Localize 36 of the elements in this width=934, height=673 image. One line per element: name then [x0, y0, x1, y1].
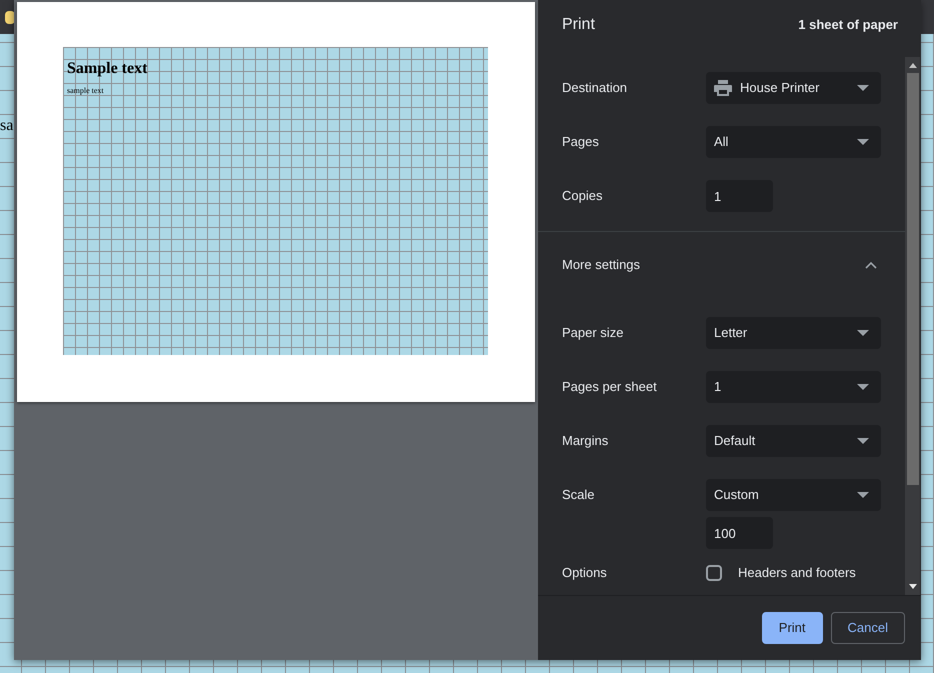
dropdown-caret-icon: [857, 438, 869, 444]
dropdown[interactable]: House Printer: [706, 72, 881, 104]
checkbox[interactable]: [706, 565, 722, 581]
dropdown[interactable]: All: [706, 126, 881, 158]
setting-label: Paper size: [562, 324, 624, 342]
scroll-down-icon[interactable]: [908, 584, 916, 589]
option-label: Headers and footers: [738, 564, 856, 582]
preview-text: sample text: [67, 85, 104, 97]
number-field[interactable]: 1: [706, 180, 773, 212]
number-field[interactable]: 100: [706, 517, 773, 549]
dropdown[interactable]: Custom: [706, 479, 881, 511]
setting-label: Pages: [562, 133, 600, 152]
dropdown-caret-icon: [857, 139, 869, 145]
cancel-button[interactable]: Cancel: [830, 612, 905, 644]
sheet-count: 1 sheet of paper: [798, 16, 898, 34]
dropdown[interactable]: Letter: [706, 317, 881, 349]
scroll-up-icon[interactable]: [908, 63, 916, 68]
dropdown[interactable]: 1: [706, 371, 881, 403]
setting-label: Margins: [562, 432, 610, 450]
setting-label: Scale: [562, 486, 596, 504]
scrollbar-thumb[interactable]: [906, 73, 918, 485]
setting-label: Copies: [562, 187, 604, 206]
page-text: sa: [0, 116, 14, 136]
print-button[interactable]: Print: [762, 612, 823, 644]
preview-heading: Sample text: [67, 59, 148, 79]
dropdown-caret-icon: [857, 492, 869, 498]
setting-label: Destination: [562, 79, 628, 98]
scrollbar[interactable]: [905, 57, 920, 595]
setting-label: Options: [562, 564, 608, 582]
dropdown-caret-icon: [857, 85, 869, 91]
dropdown-caret-icon: [857, 384, 869, 390]
setting-label: Pages per sheet: [562, 378, 658, 396]
dropdown-caret-icon: [857, 330, 869, 336]
more-settings-toggle[interactable]: More settings: [538, 232, 905, 298]
dropdown[interactable]: Default: [706, 425, 881, 457]
dialog-title: Print: [562, 15, 595, 35]
